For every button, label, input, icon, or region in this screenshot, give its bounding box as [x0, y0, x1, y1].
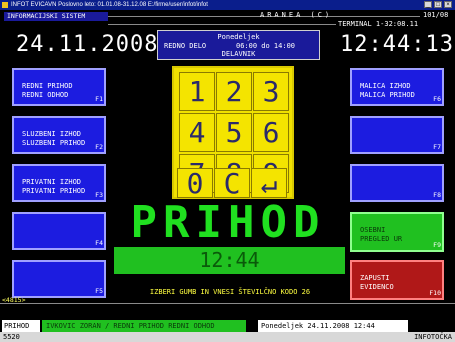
- button-line1: MALICA IZHOD: [360, 82, 411, 90]
- current-time-display: 12:44: [114, 247, 345, 274]
- redni-prihod-button[interactable]: REDNI PRIHOD REDNI ODHOD F1: [12, 68, 106, 106]
- window-titlebar: INFOT EVICAVN Poslovno leto: 01.01.08-31…: [0, 0, 455, 10]
- malica-izhod-button[interactable]: MALICA IZHOD MALICA PRIHOD F6: [350, 68, 444, 106]
- page-code: 101/08: [423, 11, 449, 19]
- system-label: INFORMACIJSKI SISTEM: [4, 12, 108, 21]
- button-line2: PRIVATNI PRIHOD: [22, 187, 86, 195]
- f5-button[interactable]: F5: [12, 260, 106, 298]
- osebni-pregled-button[interactable]: OSEBNI PREGLED UR F9: [350, 212, 444, 252]
- key-clear[interactable]: C: [214, 168, 250, 199]
- button-line1: OSEBNI: [360, 226, 386, 234]
- clock-display: 12:44:13: [340, 32, 454, 57]
- maximize-button[interactable]: □: [434, 1, 442, 8]
- app-icon: [2, 2, 8, 8]
- button-line1: REDNI PRIHOD: [22, 82, 73, 90]
- fkey-label: F2: [95, 143, 103, 151]
- mode-indicator: PRIHOD: [130, 197, 326, 248]
- button-line2: MALICA PRIHOD: [360, 91, 415, 99]
- status-mode: PRIHOD: [2, 320, 40, 332]
- brand-label: ARANEA (C): [260, 11, 333, 19]
- key-0[interactable]: 0: [177, 168, 213, 199]
- fkey-label: F1: [95, 95, 103, 103]
- shift-info-box: Ponedeljek REDNO DELO 06:00 do 14:00 DEL…: [157, 30, 320, 60]
- fkey-label: F8: [433, 191, 441, 199]
- key-enter[interactable]: ↵: [251, 168, 287, 199]
- key-1[interactable]: 1: [179, 72, 215, 111]
- button-line1: ZAPUSTI: [360, 274, 390, 282]
- fkey-label: F4: [95, 239, 103, 247]
- key-6[interactable]: 6: [253, 113, 289, 152]
- fkey-label: F3: [95, 191, 103, 199]
- minimize-button[interactable]: _: [424, 1, 432, 8]
- day-name: Ponedeljek: [217, 33, 260, 41]
- sluzbeni-izhod-button[interactable]: SLUZBENI IZHOD SLUZBENI PRIHOD F2: [12, 116, 106, 154]
- status-datetime: Ponedeljek 24.11.2008 12:44: [258, 320, 408, 332]
- status-employee: IVKOVIC ZORAN / REDNI PRIHOD REDNI ODHOD: [42, 320, 246, 332]
- bottom-bar: 5520 INFOTOČKA: [0, 332, 455, 342]
- status-bar: PRIHOD IVKOVIC ZORAN / REDNI PRIHOD REDN…: [0, 320, 455, 332]
- footer-brand: INFOTOČKA: [414, 333, 452, 341]
- button-line1: PRIVATNI IZHOD: [22, 178, 82, 186]
- fkey-label: F9: [433, 241, 441, 249]
- zapusti-evidenco-button[interactable]: ZAPUSTI EVIDENCO F10: [350, 260, 444, 300]
- button-line2: EVIDENCO: [360, 283, 394, 291]
- schedule-time: 06:00 do 14:00: [236, 42, 296, 50]
- privatni-izhod-button[interactable]: PRIVATNI IZHOD PRIVATNI PRIHOD F3: [12, 164, 106, 202]
- fkey-label: F7: [433, 143, 441, 151]
- key-5[interactable]: 5: [216, 113, 252, 152]
- close-button[interactable]: ×: [444, 1, 452, 8]
- schedule-label: REDNO DELO: [164, 42, 207, 50]
- day-type: DELAVNIK: [221, 50, 256, 58]
- f8-button[interactable]: F8: [350, 164, 444, 202]
- fkey-label: F10: [429, 289, 441, 297]
- key-2[interactable]: 2: [216, 72, 252, 111]
- button-line2: REDNI ODHOD: [22, 91, 69, 99]
- key-4[interactable]: 4: [179, 113, 215, 152]
- button-line2: PREGLED UR: [360, 235, 403, 243]
- window-title: INFOT EVICAVN Poslovno leto: 01.01.08-31…: [11, 2, 208, 8]
- terminal-label: TERMINAL 1-32:08.11: [338, 20, 419, 28]
- footer-code: 5520: [3, 333, 20, 341]
- footer-divider: [0, 303, 455, 304]
- instruction-text: IZBERI GUMB IN VNESI ŠTEVILČNO KODO 26: [149, 288, 311, 296]
- button-line1: SLUZBENI IZHOD: [22, 130, 82, 138]
- button-line2: SLUZBENI PRIHOD: [22, 139, 86, 147]
- f7-button[interactable]: F7: [350, 116, 444, 154]
- header-divider-2: [108, 24, 336, 25]
- key-3[interactable]: 3: [253, 72, 289, 111]
- fkey-label: F5: [95, 287, 103, 295]
- fkey-label: F6: [433, 95, 441, 103]
- date-display: 24.11.2008: [16, 32, 159, 57]
- f4-button[interactable]: F4: [12, 212, 106, 250]
